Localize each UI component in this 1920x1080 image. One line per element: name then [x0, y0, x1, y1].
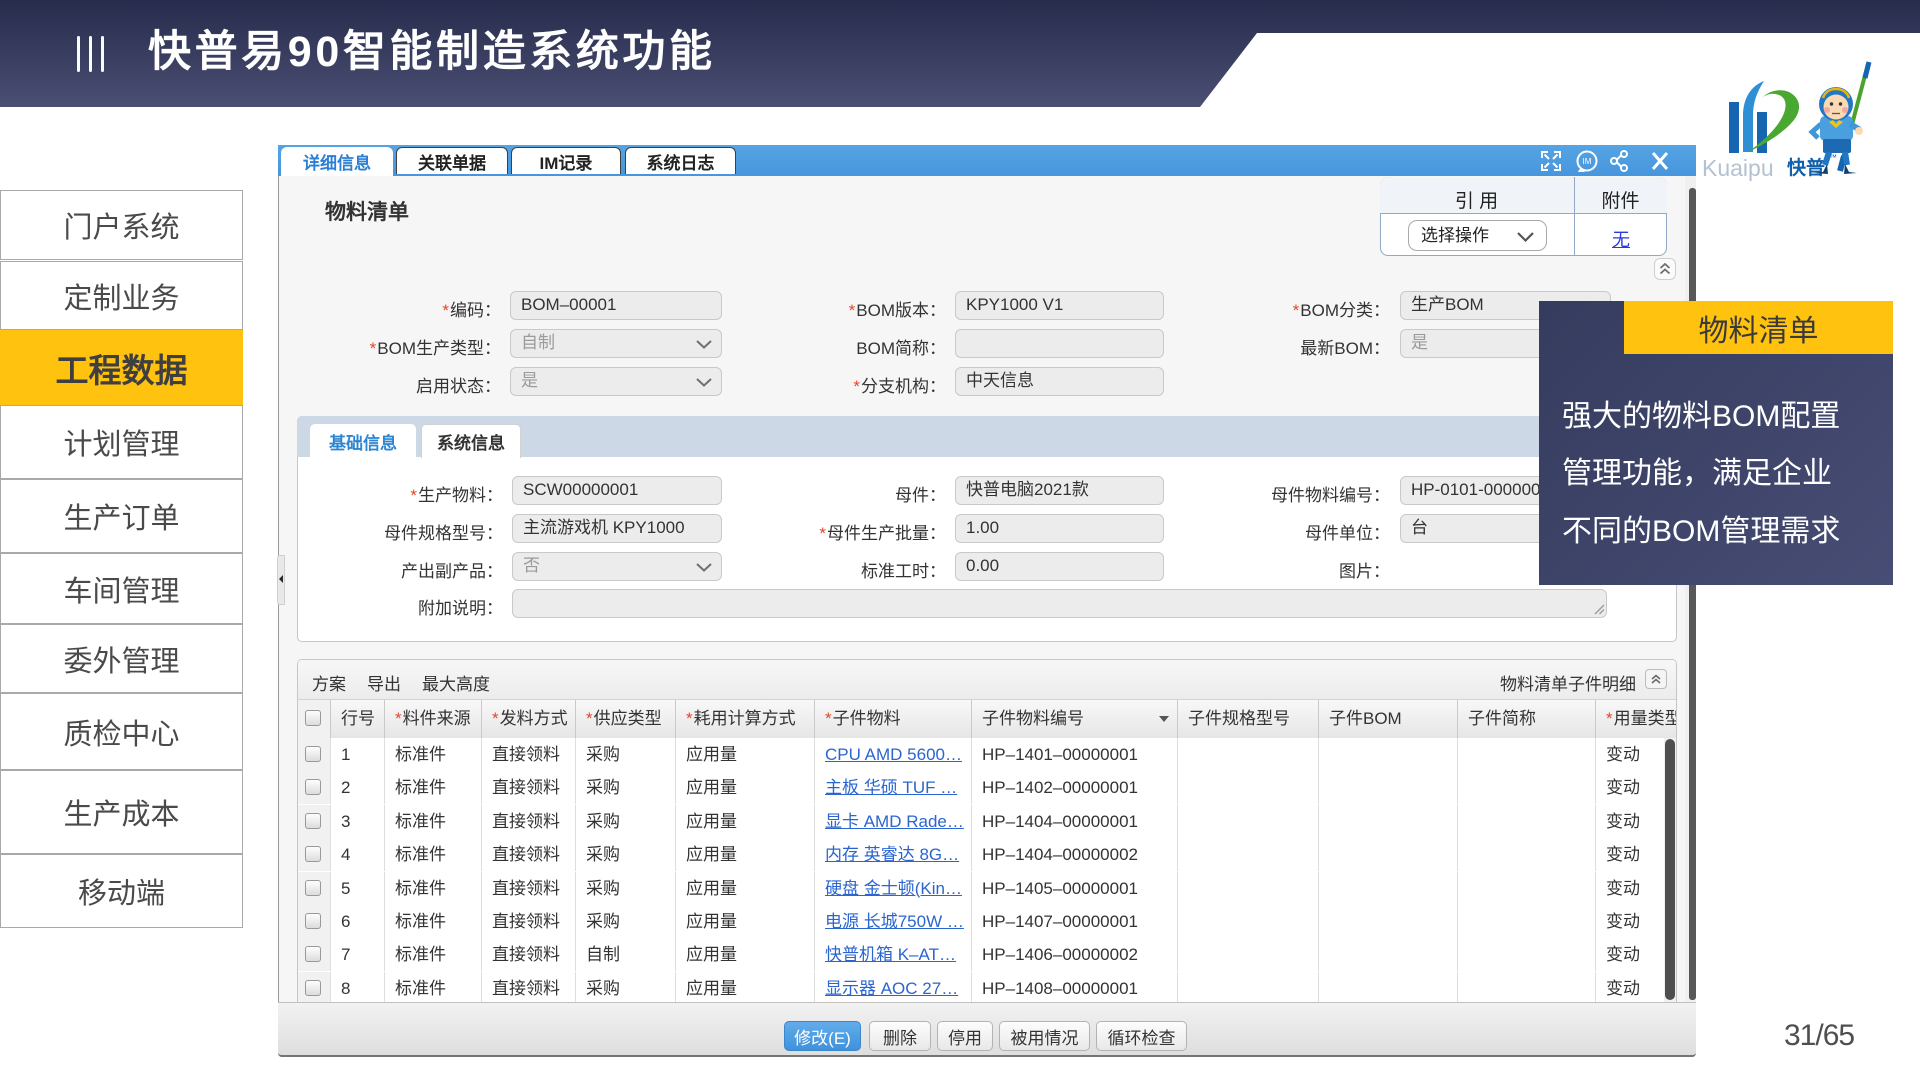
svg-text:IM: IM [1583, 157, 1592, 166]
svg-text:快普: 快普 [1787, 156, 1825, 179]
svg-text:Kuaipu: Kuaipu [1702, 155, 1774, 181]
